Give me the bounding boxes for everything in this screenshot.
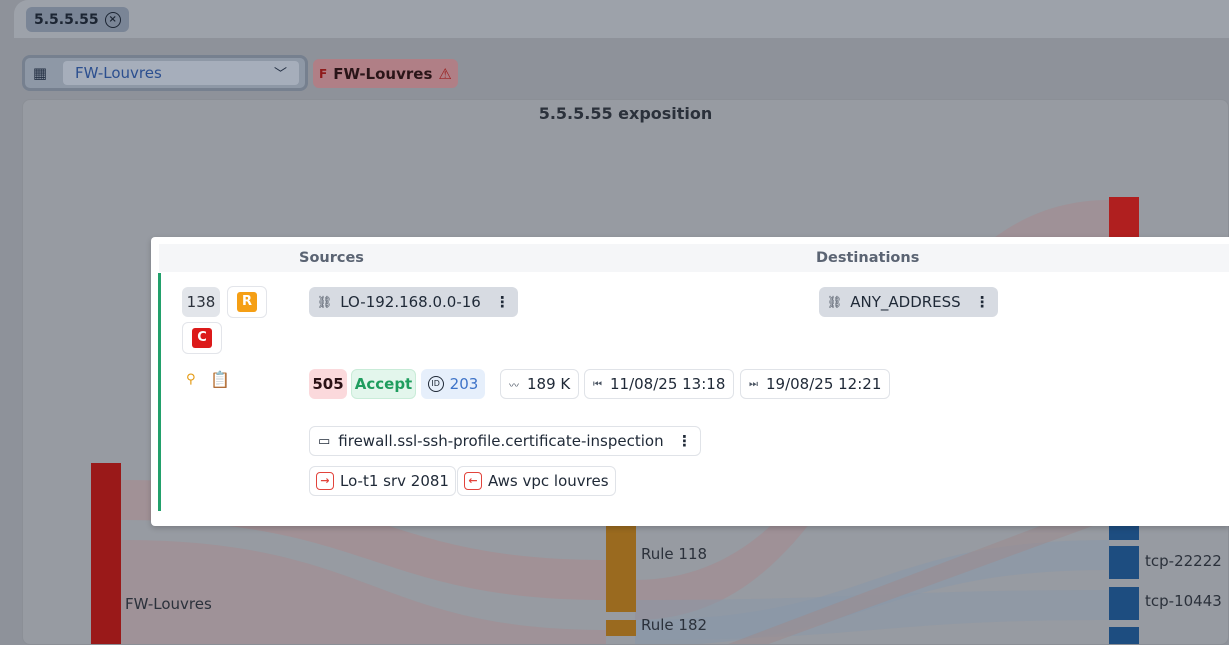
ssl-profile-label: firewall.ssl-ssh-profile.certificate-ins… [338, 432, 664, 450]
first-seen-label: 11/08/25 13:18 [610, 375, 726, 393]
c-badge-label: C [192, 328, 212, 348]
rule-id-label: 203 [449, 375, 479, 393]
sankey-label-tcp-10443: tcp-10443 [1145, 592, 1222, 610]
rule-count-badge: 138 [182, 287, 220, 317]
destination-address-chip[interactable]: ⛓ ANY_ADDRESS ⋮ [819, 287, 998, 317]
sankey-label-rule-182: Rule 182 [641, 616, 708, 634]
row-accent-bar [158, 273, 161, 511]
last-seen-badge: ⏭ 19/08/25 12:21 [740, 369, 891, 399]
source-address-label: LO-192.168.0.0-16 [340, 293, 481, 311]
chevron-down-icon[interactable]: ﹀ [274, 63, 287, 82]
destination-address-label: ANY_ADDRESS [850, 293, 961, 311]
first-seen-icon: ⏮ [593, 378, 602, 390]
last-seen-label: 19/08/25 12:21 [766, 375, 882, 393]
sources-header: Sources [299, 250, 364, 266]
hit-count-badge: 〰 189 K [500, 369, 580, 399]
policy-id-badge: 505 [309, 369, 347, 399]
more-icon[interactable]: ⋮ [495, 293, 510, 311]
hierarchy-icon[interactable]: ⚲ [186, 372, 196, 387]
fortinet-icon: F [319, 66, 328, 81]
firewall-badge-label: FW-Louvres [333, 64, 433, 83]
more-icon[interactable]: ⋮ [677, 432, 692, 450]
interface-chip-1[interactable]: → Lo-t1 srv 2081 [309, 466, 456, 496]
interface-in-icon: → [316, 472, 334, 490]
sankey-node-blue-4 [1109, 627, 1139, 644]
last-seen-icon: ⏭ [749, 378, 758, 390]
destinations-header: Destinations [816, 250, 920, 266]
sankey-node-tcp-10443 [1109, 587, 1139, 620]
profile-icon: ▭ [318, 433, 331, 449]
sankey-label-tcp-22222: tcp-22222 [1145, 552, 1222, 570]
id-icon: ID [427, 376, 444, 392]
action-badge: Accept [351, 369, 416, 399]
r-badge-label: R [237, 292, 257, 312]
sankey-node-fw [91, 463, 121, 644]
firewall-dropdown-value: FW-Louvres [75, 64, 162, 82]
firewall-badge[interactable]: F FW-Louvres ⚠ [313, 59, 458, 88]
remove-tag-icon[interactable]: × [104, 11, 121, 28]
interface-out-icon: ← [464, 472, 482, 490]
firewall-selector[interactable]: ▦ FW-Louvres ﹀ [22, 55, 308, 91]
activity-icon: 〰 [509, 380, 519, 392]
ip-filter-label: 5.5.5.55 [34, 11, 99, 28]
network-icon: ⛓ [827, 295, 843, 309]
ip-filter-tag[interactable]: 5.5.5.55 × [26, 7, 129, 32]
hit-count-label: 189 K [527, 375, 571, 393]
interface-label-1: Lo-t1 srv 2081 [340, 472, 449, 490]
card-header: Sources Destinations [159, 244, 1229, 272]
first-seen-badge: ⏮ 11/08/25 13:18 [584, 369, 735, 399]
clipboard-icon[interactable]: 📋 [210, 370, 230, 389]
sankey-label-rule-118: Rule 118 [641, 545, 708, 563]
rule-id-badge[interactable]: ID 203 [421, 369, 485, 399]
warning-icon: ⚠ [438, 64, 452, 83]
firewall-dropdown[interactable]: FW-Louvres ﹀ [63, 61, 299, 85]
sankey-node-tcp-22222 [1109, 546, 1139, 579]
sankey-label-fw: FW-Louvres [125, 595, 212, 613]
more-icon[interactable]: ⋮ [975, 293, 990, 311]
r-badge[interactable]: R [227, 286, 267, 318]
ssl-profile-chip[interactable]: ▭ firewall.ssl-ssh-profile.certificate-i… [309, 426, 701, 456]
c-badge[interactable]: C [182, 322, 222, 354]
interface-chip-2[interactable]: ← Aws vpc louvres [457, 466, 616, 496]
firewall-icon: ▦ [32, 64, 48, 82]
interface-label-2: Aws vpc louvres [488, 472, 609, 490]
selected-ip-bar: 5.5.5.55 × [14, 0, 1229, 38]
network-icon: ⛓ [317, 295, 333, 309]
source-address-chip[interactable]: ⛓ LO-192.168.0.0-16 ⋮ [309, 287, 518, 317]
sankey-node-rule-118 [606, 520, 636, 612]
sankey-node-rule-182 [606, 620, 636, 636]
